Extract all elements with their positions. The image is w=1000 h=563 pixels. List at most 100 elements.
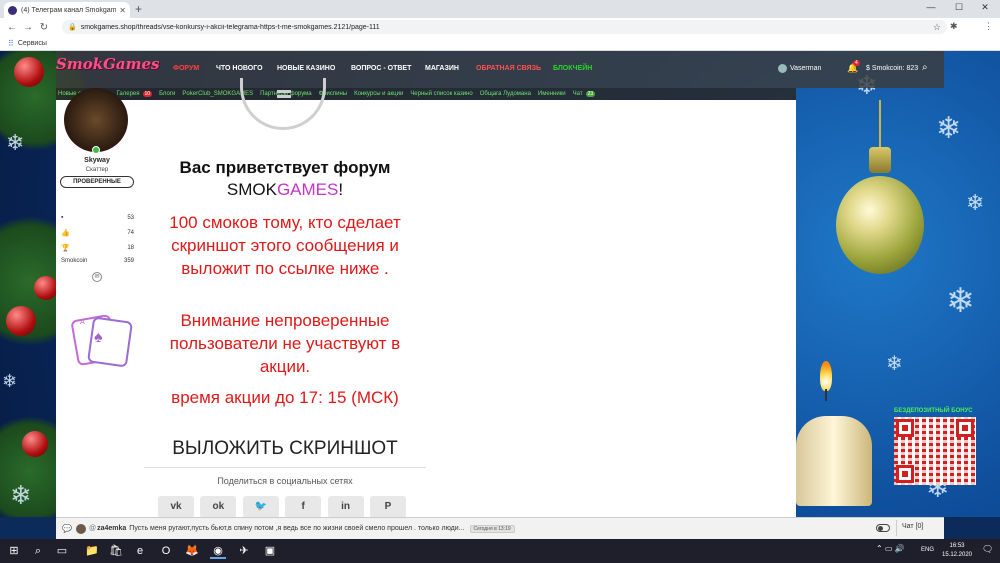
chat-toggle[interactable] xyxy=(876,524,890,532)
tab-close-icon[interactable]: ✕ xyxy=(119,6,126,15)
file-explorer-icon[interactable]: 📁 xyxy=(84,543,100,559)
decor-ball xyxy=(22,431,48,457)
spade-icon: ♠ xyxy=(94,329,103,346)
subnav-gallery[interactable]: Галерея 10 xyxy=(116,91,153,97)
back-icon[interactable]: ← xyxy=(4,22,20,33)
qr-corner xyxy=(956,419,974,437)
messages-icon: ▪ xyxy=(61,214,64,221)
clock[interactable]: 16:53 15.12.2020 xyxy=(940,542,974,560)
subnav-label: Блоги xyxy=(159,91,176,97)
windows-start-icon[interactable]: ⊞ xyxy=(6,543,22,559)
opera-icon[interactable]: O xyxy=(158,543,174,559)
bookmark-star-icon[interactable]: ☆ xyxy=(933,22,941,33)
minimize-button[interactable]: — xyxy=(918,2,944,12)
chat-username[interactable]: za4emka xyxy=(97,525,126,532)
share-twitter-button[interactable]: 🐦 xyxy=(242,496,279,517)
stat-smokcoin: Smokcoin 359 xyxy=(60,257,134,267)
notifications-icon[interactable]: 🗨 xyxy=(982,544,993,555)
share-pinterest-button[interactable]: P xyxy=(369,496,406,517)
nav-forum[interactable]: ФОРУМ xyxy=(173,65,199,72)
deadline-text: время акции до 17: 15 (МСК) xyxy=(171,388,399,407)
apps-grid-icon[interactable]: ⠿ xyxy=(8,39,14,48)
subnav-label: Именники xyxy=(537,91,566,97)
post-body: Вас приветствует форум SMOKGAMES! 100 см… xyxy=(144,78,426,517)
author-rank: Скаттер xyxy=(85,167,109,173)
search-icon[interactable]: ⌕ xyxy=(922,62,928,73)
task-view-icon[interactable]: ▭ xyxy=(54,543,70,559)
user-card: Skyway Скаттер ПРОВЕРЕННЫЕ ▪ 53 👍 74 🏆 1… xyxy=(56,88,138,517)
promo-banner[interactable]: ❄ ❄ ❄ ❄ ❄ ❄ БЕЗДЕПОЗИТНЫЙ БОНУС xyxy=(796,51,1000,517)
post-title: Вас приветствует форум xyxy=(179,158,391,177)
chrome-icon[interactable]: ◉ xyxy=(210,543,226,559)
firefox-icon[interactable]: 🦊 xyxy=(184,543,200,559)
thumbs-up-icon: 👍 xyxy=(61,230,70,237)
stat-value: 53 xyxy=(127,215,134,221)
share-facebook-button[interactable]: f xyxy=(285,496,322,517)
site-logo[interactable]: SmokGames xyxy=(56,55,160,73)
bookmark-services[interactable]: Сервисы xyxy=(18,40,47,47)
subnav-blacklist[interactable]: Черный список казино xyxy=(410,91,472,97)
bell-icon[interactable]: 🔔 4 xyxy=(847,60,860,74)
nav-blockchain[interactable]: БЛОКЧЕЙН xyxy=(553,65,592,72)
subnav-label: Общага Лудомана xyxy=(479,91,531,97)
share-vk-button[interactable]: vk xyxy=(158,496,194,517)
smokcoin-balance[interactable]: $ Smokcoin: 823 xyxy=(866,65,918,72)
stat-value: 359 xyxy=(123,258,134,264)
stat-value: 74 xyxy=(127,230,134,236)
nav-new-casinos[interactable]: НОВЫЕ КАЗИНО xyxy=(277,65,335,72)
app-icon[interactable]: ▣ xyxy=(262,543,278,559)
subnav-blogs[interactable]: Блоги xyxy=(159,91,175,97)
candle-wick xyxy=(825,389,827,401)
edge-icon[interactable]: e xyxy=(132,543,148,559)
subnav-contests[interactable]: Конкурсы и акции xyxy=(354,91,403,97)
maximize-button[interactable]: ☐ xyxy=(946,2,972,13)
subnav-birthdays[interactable]: Именники xyxy=(538,91,566,97)
ornament-string xyxy=(879,100,881,148)
lock-icon: 🔒 xyxy=(68,24,77,31)
brand-part: GAMES xyxy=(276,180,339,199)
close-window-button[interactable]: ✕ xyxy=(972,2,998,13)
avatar xyxy=(75,523,86,534)
browser-toolbar: ← → ↻ 🔒 smokgames.shop/threads/vse-konku… xyxy=(0,18,1000,51)
user-menu[interactable]: Vaserman xyxy=(778,64,821,73)
avatar[interactable] xyxy=(64,88,128,152)
nav-whats-new[interactable]: ЧТО НОВОГО xyxy=(216,65,263,72)
store-icon[interactable]: 🛍 xyxy=(108,543,124,559)
subnav-label: Галерея xyxy=(116,91,140,97)
address-bar[interactable]: 🔒 smokgames.shop/threads/vse-konkursy-i-… xyxy=(62,20,947,34)
browser-tab[interactable]: (4) Телеграм канал Smokgames ✕ xyxy=(4,2,130,18)
decor-ball xyxy=(6,306,36,336)
new-tab-button[interactable]: + xyxy=(135,2,142,16)
reload-icon[interactable]: ↻ xyxy=(36,22,52,33)
share-ok-button[interactable]: ok xyxy=(200,496,237,517)
upload-screenshot-link[interactable]: ВЫЛОЖИТЬ СКРИНШОТ xyxy=(144,438,426,460)
forward-icon[interactable]: → xyxy=(20,22,36,33)
qr-code[interactable] xyxy=(894,417,976,485)
language-indicator[interactable]: ENG xyxy=(921,547,934,553)
system-tray[interactable]: ⌃ ▭ 🔊 xyxy=(876,544,905,553)
chat-bar[interactable]: 💬 @ za4emka Пусть меня ругают,пусть бьют… xyxy=(56,517,944,539)
author-name[interactable]: Skyway xyxy=(56,157,138,164)
share-linkedin-button[interactable]: in xyxy=(327,496,364,517)
subnav-chat[interactable]: Чат 23 xyxy=(573,91,596,97)
subnav-dorm[interactable]: Общага Лудомана xyxy=(480,91,531,97)
qr-corner xyxy=(896,419,914,437)
nav-qa[interactable]: ВОПРОС - ОТВЕТ xyxy=(351,65,411,72)
chat-time: Сегодня в 13:19 xyxy=(469,524,515,533)
telegram-icon[interactable]: ✈ xyxy=(236,543,252,559)
menu-icon[interactable]: ⋮ xyxy=(984,21,993,32)
extensions-icon[interactable]: ✱ xyxy=(950,21,958,32)
count-badge: 23 xyxy=(585,91,596,97)
thread-content: Skyway Скаттер ПРОВЕРЕННЫЕ ▪ 53 👍 74 🏆 1… xyxy=(56,78,796,517)
subnav-label: Чат xyxy=(572,91,583,97)
chat-open-button[interactable]: Чат [0] xyxy=(902,523,923,530)
nav-feedback[interactable]: ОБРАТНАЯ СВЯЗЬ xyxy=(476,65,541,72)
nav-shop[interactable]: МАГАЗИН xyxy=(425,65,459,72)
subnav-label: Конкурсы и акции xyxy=(354,91,404,97)
promo-text: 100 смоков тому, кто сделает скриншот эт… xyxy=(169,213,401,278)
search-icon[interactable]: ⌕ xyxy=(30,543,46,559)
qr-corner xyxy=(896,465,914,483)
stat-value: 18 xyxy=(127,245,134,251)
brand-part: ! xyxy=(338,180,344,199)
message-user-icon[interactable]: ✉ xyxy=(92,272,102,282)
